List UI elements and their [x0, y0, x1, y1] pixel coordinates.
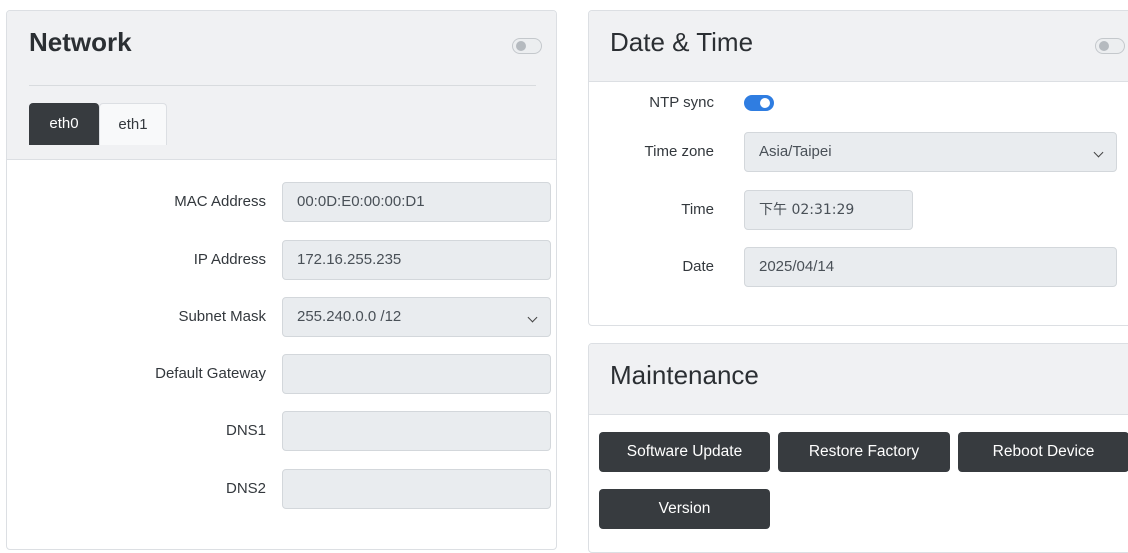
default-gateway-row: Default Gateway	[7, 354, 556, 394]
date-time-toggle[interactable]	[1095, 38, 1125, 54]
dns2-label: DNS2	[225, 480, 266, 497]
network-header-divider	[29, 85, 536, 86]
network-card-header: Network eth0 eth1	[7, 11, 556, 160]
date-field[interactable]: 2025/04/14	[744, 247, 1117, 287]
time-zone-label: Time zone	[644, 143, 714, 160]
default-gateway-label: Default Gateway	[155, 365, 266, 382]
ip-address-label: IP Address	[193, 251, 266, 268]
ip-address-row: IP Address 172.16.255.235	[7, 240, 556, 280]
default-gateway-field[interactable]	[282, 354, 551, 394]
date-time-card: Date & Time NTP sync Time zone Asia/Taip…	[588, 10, 1128, 326]
maintenance-card-header: Maintenance	[589, 344, 1128, 415]
mac-address-field[interactable]: 00:0D:E0:00:00:D1	[282, 182, 551, 222]
ntp-sync-toggle-knob	[760, 98, 770, 108]
date-label: Date	[682, 258, 714, 275]
ntp-sync-toggle[interactable]	[744, 95, 774, 111]
tab-eth0[interactable]: eth0	[29, 103, 99, 145]
subnet-mask-label: Subnet Mask	[178, 308, 266, 325]
tab-eth1[interactable]: eth1	[99, 103, 167, 145]
time-field[interactable]: 下午 02:31:29	[744, 190, 913, 230]
maintenance-card: Maintenance Software Update Restore Fact…	[588, 343, 1128, 553]
tab-eth0-label: eth0	[49, 115, 79, 132]
dns2-row: DNS2	[7, 469, 556, 509]
network-title: Network	[29, 27, 132, 57]
date-row: Date 2025/04/14	[589, 247, 1128, 287]
time-zone-select[interactable]: Asia/Taipei	[744, 132, 1117, 172]
mac-address-row: MAC Address 00:0D:E0:00:00:D1	[7, 182, 556, 222]
ntp-sync-label: NTP sync	[649, 94, 714, 111]
reboot-device-button[interactable]: Reboot Device	[958, 432, 1128, 472]
subnet-mask-select[interactable]: 255.240.0.0 /12	[282, 297, 551, 337]
network-card: Network eth0 eth1 MAC Address 00:0D:E0:0…	[6, 10, 557, 550]
dns1-row: DNS1	[7, 411, 556, 451]
network-toggle[interactable]	[512, 38, 542, 54]
software-update-button[interactable]: Software Update	[599, 432, 770, 472]
ntp-sync-row: NTP sync	[589, 83, 1128, 123]
restore-factory-button[interactable]: Restore Factory	[778, 432, 950, 472]
ip-address-field[interactable]: 172.16.255.235	[282, 240, 551, 280]
subnet-mask-row: Subnet Mask 255.240.0.0 /12	[7, 297, 556, 337]
tab-eth1-label: eth1	[118, 116, 148, 133]
date-time-title: Date & Time	[610, 27, 754, 57]
date-time-card-header: Date & Time	[589, 11, 1128, 82]
mac-address-label: MAC Address	[174, 193, 266, 210]
maintenance-title: Maintenance	[610, 360, 759, 390]
network-toggle-knob	[516, 41, 526, 51]
time-zone-row: Time zone Asia/Taipei	[589, 132, 1128, 172]
time-row: Time 下午 02:31:29	[589, 190, 1128, 230]
dns2-field[interactable]	[282, 469, 551, 509]
time-label: Time	[681, 201, 714, 218]
date-time-toggle-knob	[1099, 41, 1109, 51]
version-button[interactable]: Version	[599, 489, 770, 529]
dns1-field[interactable]	[282, 411, 551, 451]
dns1-label: DNS1	[225, 422, 266, 439]
